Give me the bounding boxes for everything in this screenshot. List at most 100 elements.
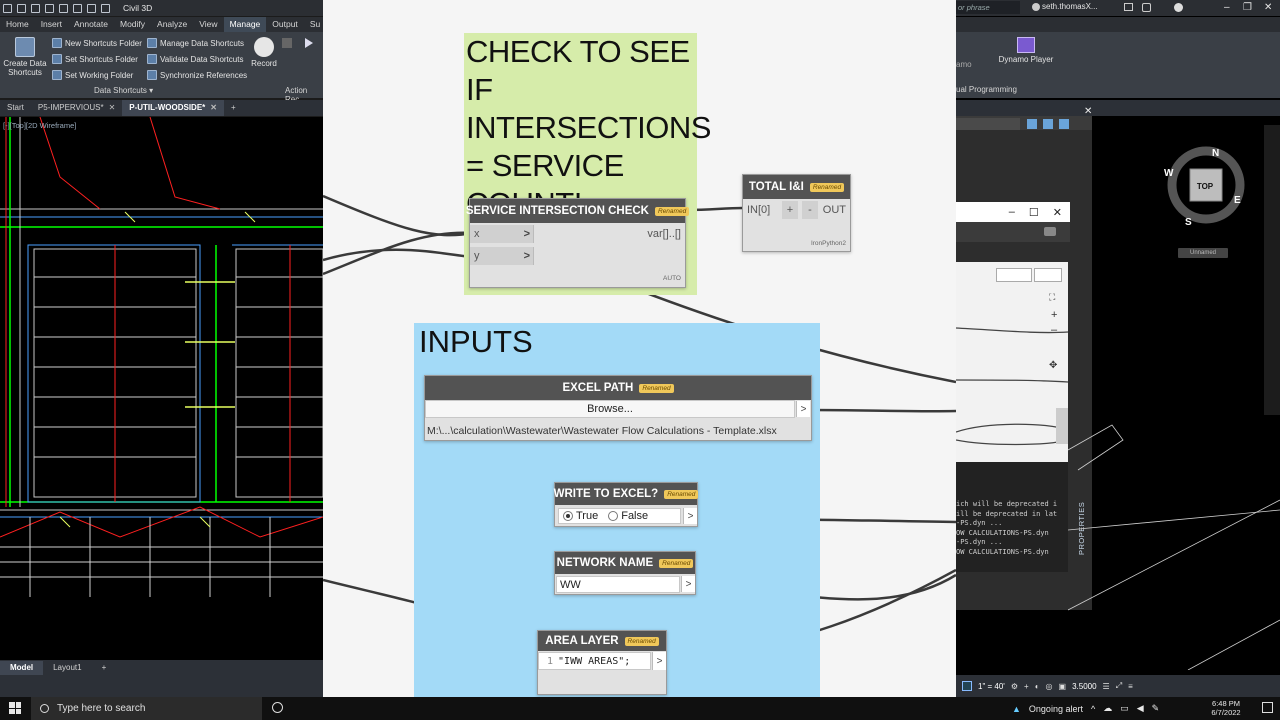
service-intersection-check-node[interactable]: SERVICE INTERSECTION CHECK Renamed x > y…	[466, 198, 690, 288]
browse-button[interactable]: Browse...	[425, 400, 795, 418]
palette-dropdown[interactable]	[956, 118, 1020, 130]
validate-data-shortcuts-button[interactable]: Validate Data Shortcuts	[147, 54, 243, 64]
viewport-controls[interactable]: [-][Top][2D Wireframe]	[3, 121, 76, 130]
annotation-scale[interactable]: 1" = 40'	[978, 682, 1005, 691]
show-hidden-icons-icon[interactable]: ^	[1091, 704, 1095, 714]
onedrive-icon[interactable]: ☁	[1103, 703, 1112, 714]
fullscreen-icon[interactable]: ⤢	[1116, 681, 1122, 691]
camera-icon[interactable]	[1044, 227, 1056, 236]
plot-icon[interactable]	[73, 3, 82, 13]
compass-east[interactable]: E	[1234, 195, 1241, 206]
output-port-out[interactable]: OUT	[823, 201, 846, 219]
alert-icon[interactable]: ▲	[1012, 704, 1021, 714]
app-menu-icon[interactable]	[3, 3, 12, 13]
palette-tool-icon[interactable]	[1059, 119, 1069, 129]
layout-tab-layout1[interactable]: Layout1	[43, 661, 91, 675]
play-icon[interactable]	[305, 38, 313, 48]
layout-tab-model[interactable]: Model	[0, 661, 44, 675]
node-header[interactable]: SERVICE INTERSECTION CHECK Renamed	[466, 199, 690, 223]
workspace-icon[interactable]: ▣	[1059, 682, 1067, 691]
network-name-input[interactable]: WW	[556, 576, 680, 593]
set-working-folder-button[interactable]: Set Working Folder	[52, 70, 133, 80]
close-icon[interactable]: ✕	[1264, 2, 1272, 13]
plus-icon[interactable]: +	[1024, 682, 1029, 691]
dynamo-player-button[interactable]: Dynamo Player	[986, 37, 1066, 64]
open-file-icon[interactable]	[31, 3, 40, 13]
customize-icon[interactable]: ≡	[1128, 682, 1133, 691]
cart-icon[interactable]	[1124, 3, 1133, 11]
maximize-icon[interactable]: ☐	[1029, 206, 1039, 219]
document-tab[interactable]: P-UTIL-WOODSIDE* ✕	[122, 100, 224, 116]
document-tab[interactable]: Start	[0, 100, 31, 116]
ribbon-tab-su[interactable]: Su	[304, 17, 323, 32]
drawing-viewport[interactable]: [-][Top][2D Wireframe]	[0, 116, 323, 660]
manage-data-shortcuts-button[interactable]: Manage Data Shortcuts	[147, 38, 244, 48]
write-to-excel-node[interactable]: WRITE TO EXCEL? Renamed True False >	[554, 482, 699, 527]
ribbon-tab-analyze[interactable]: Analyze	[151, 17, 193, 32]
output-port-bool[interactable]: >	[683, 508, 697, 524]
node-header[interactable]: AREA LAYER Renamed	[538, 631, 666, 651]
node-header[interactable]: NETWORK NAME Renamed	[555, 552, 695, 574]
input-port-x[interactable]: x >	[470, 225, 534, 243]
output-port-code[interactable]: >	[652, 652, 666, 670]
record-button[interactable]: Record	[250, 37, 278, 68]
new-file-icon[interactable]	[17, 3, 26, 13]
ribbon-tab-insert[interactable]: Insert	[35, 17, 68, 32]
hardware-accel-icon[interactable]: ◐	[1035, 682, 1040, 691]
taskbar-clock[interactable]: 6:48 PM 6/7/2022	[1196, 699, 1256, 717]
palette-close-icon[interactable]: ✕	[1084, 106, 1092, 117]
remove-input-button[interactable]: -	[802, 201, 818, 219]
compass-west[interactable]: W	[1164, 168, 1173, 179]
snap-icon[interactable]	[962, 681, 972, 691]
palette-tool-icon[interactable]	[1027, 119, 1037, 129]
total-ii-node[interactable]: TOTAL I&I Renamed IN[0] + - OUT IronPyth…	[742, 174, 851, 252]
input-port-in0[interactable]: IN[0]	[747, 201, 770, 219]
false-radio[interactable]	[608, 511, 619, 521]
ribbon-tab-home[interactable]: Home	[0, 17, 35, 32]
taskbar-search[interactable]: Type here to search	[31, 697, 262, 720]
dynamo-canvas[interactable]: CHECK TO SEE IF INTERSECTIONS = SERVICE …	[323, 0, 956, 720]
new-layout-button[interactable]: +	[92, 661, 117, 675]
minimize-icon[interactable]: –	[1224, 2, 1230, 13]
create-data-shortcuts-button[interactable]: Create Data Shortcuts	[2, 37, 48, 77]
document-tab[interactable]: P5-IMPERVIOUS* ✕	[31, 100, 122, 116]
gear-icon[interactable]: ⚙	[1011, 682, 1018, 691]
compass-south[interactable]: S	[1185, 217, 1192, 228]
close-icon[interactable]: ✕	[1053, 206, 1062, 219]
ribbon-tab-manage[interactable]: Manage	[223, 17, 267, 32]
close-tab-icon[interactable]: ✕	[210, 100, 217, 116]
ribbon-tab-output[interactable]: Output	[266, 17, 304, 32]
code-block-editor[interactable]: 1 "IWW AREAS";	[538, 652, 651, 670]
pen-icon[interactable]: ✎	[1152, 703, 1160, 714]
ongoing-alert-label[interactable]: Ongoing alert	[1029, 704, 1083, 714]
data-shortcuts-panel-label[interactable]: Data Shortcuts ▾	[94, 86, 153, 95]
quick-properties-icon[interactable]: ☰	[1103, 682, 1110, 691]
node-header[interactable]: EXCEL PATH Renamed	[425, 376, 811, 400]
area-layer-node[interactable]: AREA LAYER Renamed 1 "IWW AREAS"; >	[537, 630, 667, 695]
ribbon-tab-modify[interactable]: Modify	[114, 17, 151, 32]
dynamo-graph-preview[interactable]: ⛶ + – ✥	[956, 262, 1068, 462]
input-port-y[interactable]: y >	[470, 247, 534, 265]
viewcube-top-face[interactable]: TOP	[1192, 182, 1218, 191]
help-search-input[interactable]: or phrase	[956, 1, 1020, 14]
add-input-button[interactable]: +	[782, 201, 798, 219]
ucs-menu[interactable]: Unnamed	[1178, 248, 1228, 258]
user-account-menu[interactable]: seth.thomasX...	[1042, 2, 1098, 11]
ribbon-tab-view[interactable]: View	[193, 17, 223, 32]
excel-path-node[interactable]: EXCEL PATH Renamed Browse... > M:\...\ca…	[424, 375, 812, 441]
navigation-toolbar[interactable]	[1264, 125, 1280, 415]
autodesk-account-icon[interactable]	[1142, 3, 1151, 12]
new-shortcuts-folder-button[interactable]: New Shortcuts Folder	[52, 38, 142, 48]
elevation-value[interactable]: 3.5000	[1072, 682, 1096, 691]
restore-icon[interactable]: ❐	[1243, 2, 1252, 13]
synchronize-references-button[interactable]: Synchronize References	[147, 70, 247, 80]
new-tab-button[interactable]: +	[224, 100, 243, 116]
network-icon[interactable]: ▭	[1120, 703, 1129, 714]
volume-icon[interactable]: ◀	[1137, 703, 1144, 714]
close-tab-icon[interactable]: ✕	[109, 100, 116, 116]
node-header[interactable]: WRITE TO EXCEL? Renamed	[554, 483, 699, 505]
palette-tool-icon[interactable]	[1043, 119, 1053, 129]
windows-start-icon[interactable]	[9, 702, 21, 714]
task-view-icon[interactable]	[272, 702, 283, 713]
output-port-path[interactable]: >	[796, 401, 810, 417]
